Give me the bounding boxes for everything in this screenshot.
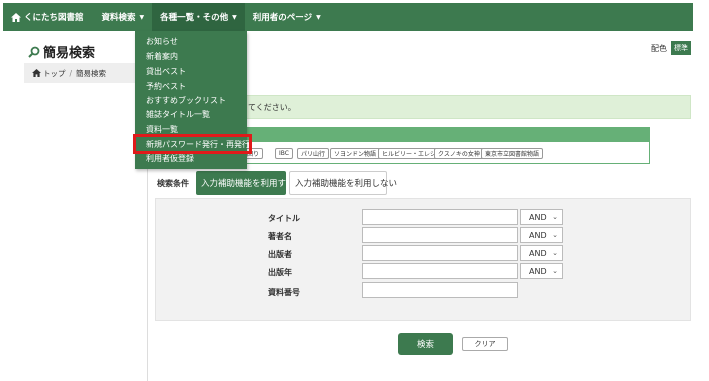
page-title: 簡易検索 [28, 42, 95, 61]
menu-item-new-arrivals[interactable]: 新着案内 [146, 51, 178, 62]
breadcrumb: トップ / 簡易検索 [24, 63, 147, 83]
breadcrumb-current: 簡易検索 [76, 68, 107, 78]
operator-value: AND [529, 266, 547, 276]
menu-item-book-list[interactable]: おすすめブックリスト [146, 95, 226, 106]
menu-item-loan-best[interactable]: 貸出ベスト [146, 66, 186, 77]
search-icon [28, 46, 40, 58]
tag-link[interactable]: 東京市立図書館物語 [481, 148, 544, 159]
chevron-down-icon: ⌄ [552, 267, 558, 275]
year-field-label: 出版年 [268, 268, 292, 277]
caret-down-icon: ▼ [316, 13, 321, 21]
page-title-text: 簡易検索 [43, 46, 96, 61]
breadcrumb-home-label: トップ [43, 68, 66, 78]
color-setting: 配色 標準 [651, 41, 691, 55]
tag-link[interactable]: パリ山行 [297, 148, 330, 159]
title-input[interactable] [362, 209, 518, 225]
nav-menu-search-label: 資料検索 [101, 13, 136, 23]
chevron-down-icon: ⌄ [552, 213, 558, 221]
author-operator-select[interactable]: AND ⌄ [520, 227, 563, 243]
chevron-down-icon: ⌄ [552, 249, 558, 257]
title-operator-select[interactable]: AND ⌄ [520, 209, 563, 225]
nav-menu-user[interactable]: 利用者のページ ▼ [245, 3, 329, 31]
publisher-input[interactable] [362, 245, 518, 261]
caret-down-icon: ▼ [232, 13, 237, 21]
top-navbar: くにたち図書館 資料検索 ▼ 各種一覧・その他 ▼ 利用者のページ ▼ [3, 3, 693, 31]
year-input[interactable] [362, 263, 518, 279]
item-number-field-label: 資料番号 [268, 288, 300, 297]
author-field-label: 著者名 [268, 232, 292, 241]
tag-link[interactable]: ソヨンドン物語 [330, 148, 381, 159]
home-icon [11, 12, 21, 22]
tag-link[interactable]: IBC [275, 148, 293, 159]
highlight-annotation [133, 134, 252, 154]
menu-item-news[interactable]: お知らせ [146, 36, 178, 47]
operator-value: AND [529, 212, 547, 222]
nav-menu-lists-label: 各種一覧・その他 [160, 13, 229, 23]
operator-value: AND [529, 230, 547, 240]
menu-item-reserve-best[interactable]: 予約ベスト [146, 81, 186, 92]
author-input[interactable] [362, 227, 518, 243]
operator-value: AND [529, 248, 547, 258]
publisher-field-label: 出版者 [268, 250, 292, 259]
breadcrumb-separator: / [69, 68, 73, 78]
tag-link[interactable]: クスノキの女神 [434, 148, 484, 159]
breadcrumb-home[interactable]: トップ [32, 68, 66, 79]
color-standard-button[interactable]: 標準 [671, 41, 691, 55]
notice-text: てください。 [248, 102, 296, 112]
assist-off-tab[interactable]: 入力補助機能を利用しない [289, 171, 397, 195]
search-condition-label: 検索条件 [157, 179, 189, 188]
nav-brand[interactable]: くにたち図書館 [3, 3, 94, 31]
clear-button[interactable]: クリア [462, 337, 508, 351]
home-icon [32, 69, 41, 77]
publisher-operator-select[interactable]: AND ⌄ [520, 245, 563, 261]
chevron-down-icon: ⌄ [552, 231, 558, 239]
search-button[interactable]: 検索 [398, 333, 453, 355]
nav-menu-search[interactable]: 資料検索 ▼ [94, 3, 153, 31]
color-setting-label: 配色 [651, 43, 667, 53]
assist-on-tab[interactable]: 入力補助機能を利用する [196, 171, 295, 195]
year-operator-select[interactable]: AND ⌄ [520, 263, 563, 279]
title-field-label: タイトル [268, 214, 300, 223]
nav-menu-lists[interactable]: 各種一覧・その他 ▼ [152, 3, 245, 31]
item-number-input[interactable] [362, 282, 518, 298]
nav-menu-user-label: 利用者のページ [252, 13, 313, 23]
menu-item-magazine-list[interactable]: 雑誌タイトル一覧 [146, 109, 210, 120]
menu-item-temp-registration[interactable]: 利用者仮登録 [146, 153, 194, 164]
caret-down-icon: ▼ [139, 13, 145, 21]
brand-label: くにたち図書館 [24, 13, 84, 23]
